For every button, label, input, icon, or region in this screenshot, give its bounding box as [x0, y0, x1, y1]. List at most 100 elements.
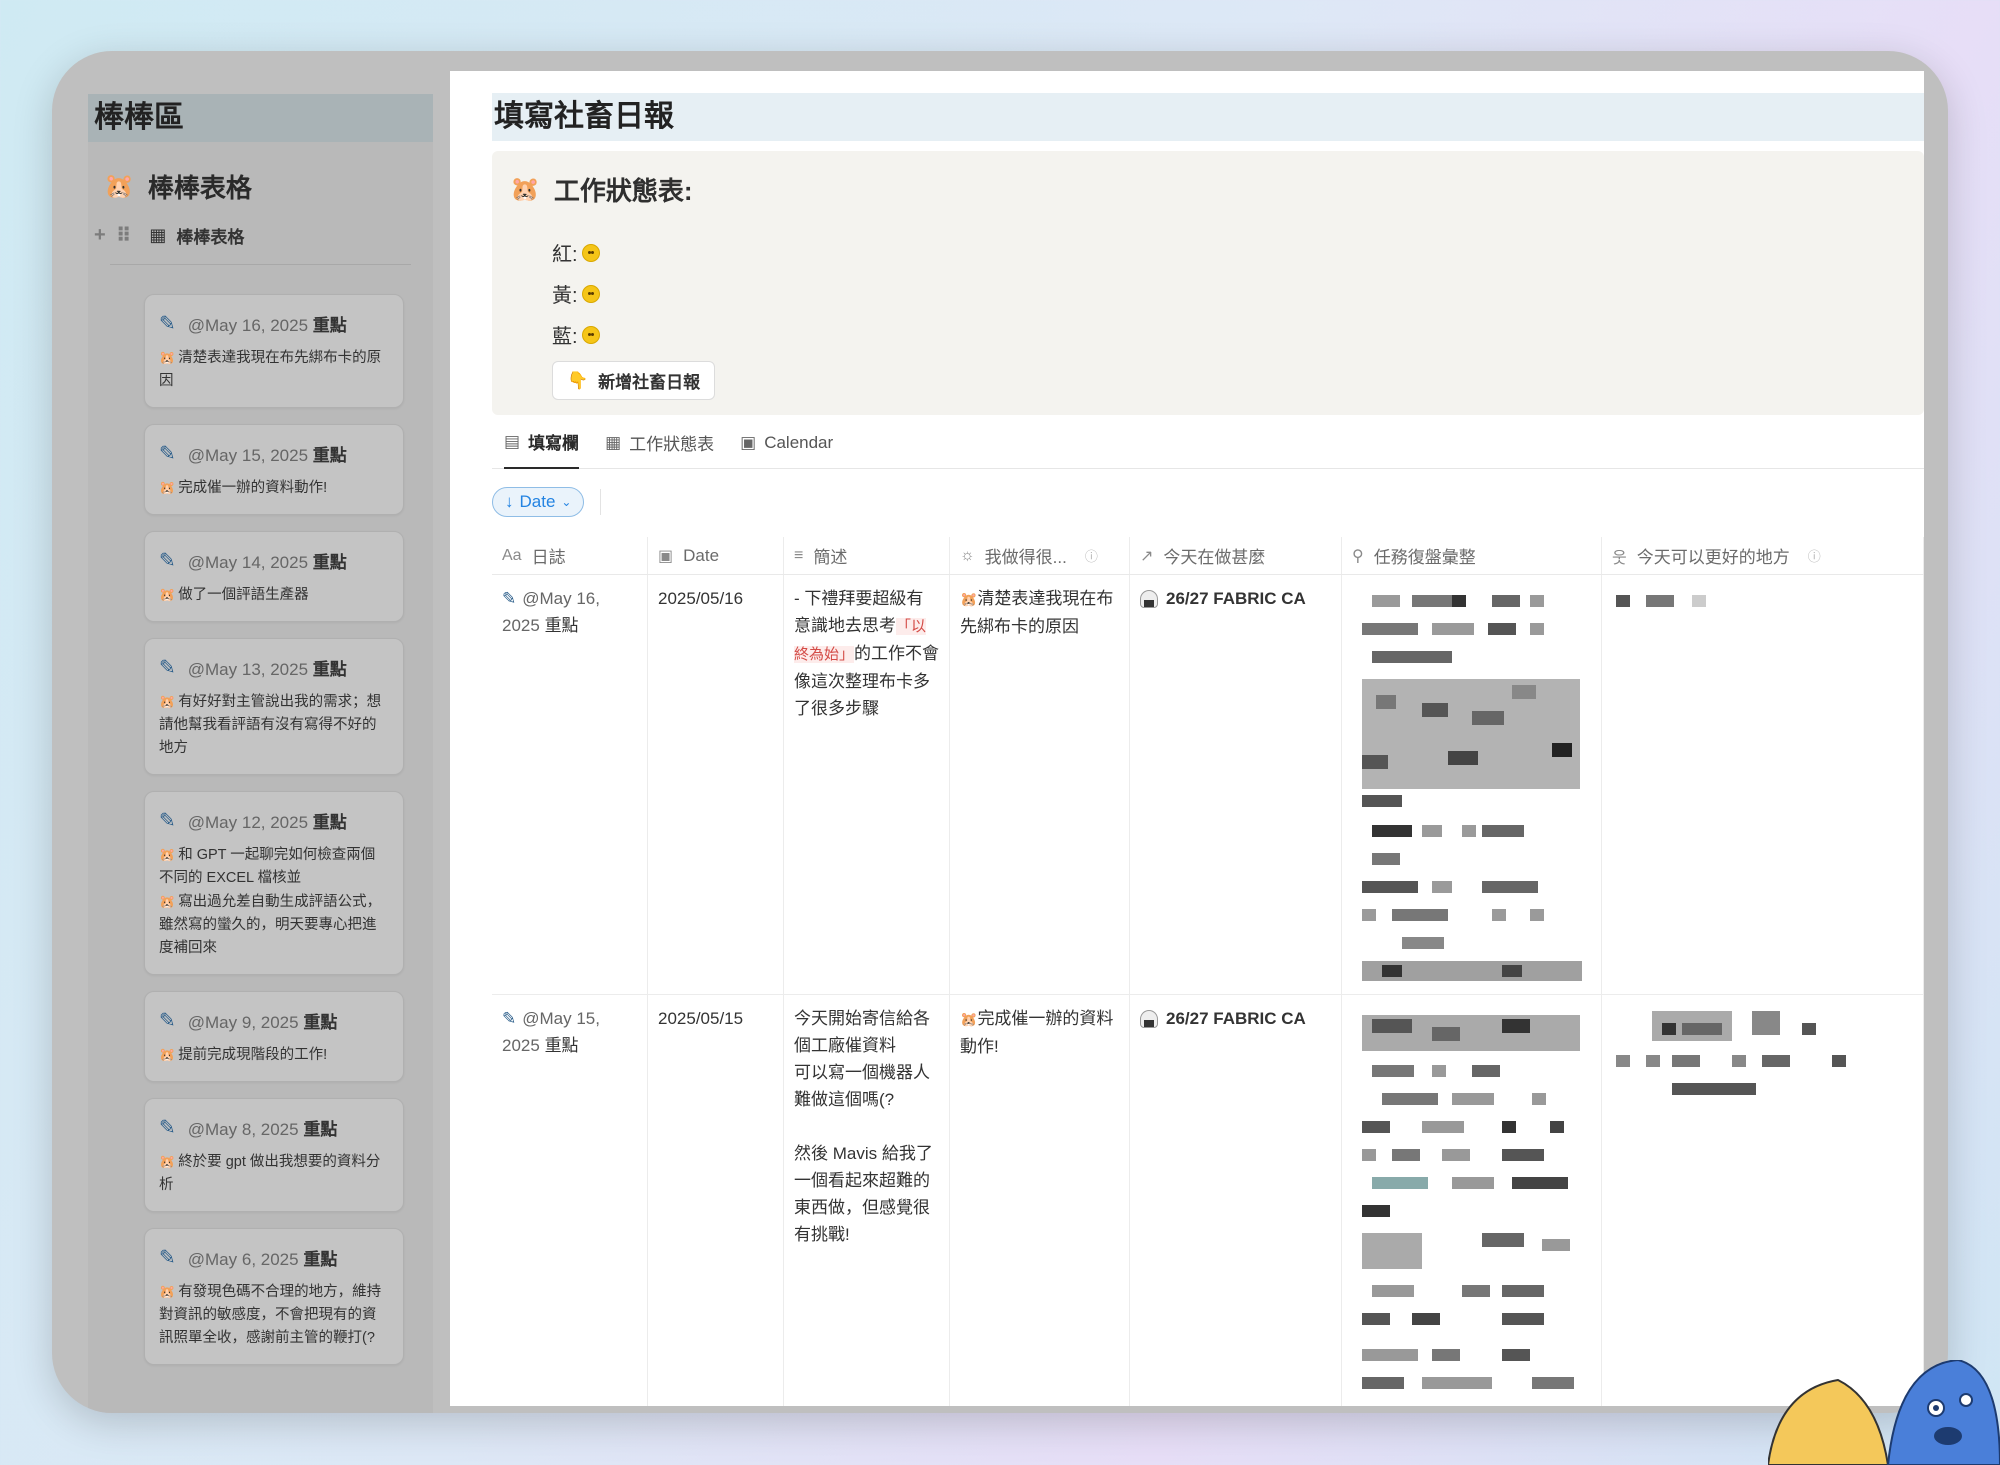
database-view-tabs: ▤ 填寫欄 ▦ 工作狀態表 ▣ Calendar [492, 417, 1924, 469]
table-row[interactable]: ✎ @May 16, 2025 重點 2025/05/16 - 下禮拜要超級有意識… [492, 575, 1924, 995]
gallery-card[interactable]: ✎ @May 12, 2025 重點 🐹 和 GPT 一起聊完如何檢查兩個不同的 … [144, 791, 404, 975]
column-header-summary[interactable]: ≡ 簡述 [784, 537, 950, 574]
calendar-icon: ▣ [658, 547, 674, 565]
filter-label: Date [519, 492, 556, 511]
cell-log[interactable]: ✎ @May 15, 2025 重點 [492, 995, 648, 1406]
hamster-icon: 🐹 [159, 847, 176, 862]
cell-summary[interactable]: 今天開始寄信給各個工廠催資料 可以寫一個機器人難做這個嗎(? 然後 Mavis … [784, 995, 950, 1406]
card-date: @May 8, 2025 [187, 1120, 299, 1139]
pencil-icon: ✎ [159, 443, 176, 465]
column-label: 任務復盤彙整 [1373, 548, 1476, 567]
project-link[interactable]: 26/27 FABRIC CA [1166, 585, 1306, 612]
add-button-label: 新增社畜日報 [598, 373, 701, 392]
card-date: @May 16, 2025 [187, 316, 309, 335]
cell-doing[interactable]: 26/27 FABRIC CA [1130, 575, 1342, 994]
log-date: @May 15, [522, 1009, 600, 1028]
column-header-log[interactable]: Aa 日誌 [492, 537, 648, 574]
cell-date[interactable]: 2025/05/16 [648, 575, 784, 994]
pointing-down-icon: 👇 [567, 370, 589, 390]
hamster-icon: 🐹 [159, 480, 176, 495]
card-date: @May 14, 2025 [187, 553, 309, 572]
left-view-tab[interactable]: + ⠿ ▦ 棒棒表格 [88, 205, 433, 248]
gallery-card[interactable]: ✎ @May 13, 2025 重點 🐹 有好好對主管說出我的需求；想請他幫我看評… [144, 638, 404, 775]
info-icon[interactable]: ⓘ [1085, 546, 1098, 565]
text-lines-icon: ≡ [794, 546, 804, 564]
status-blue: 藍: [552, 314, 1924, 355]
rice-ball-icon [1140, 589, 1158, 608]
hamster-icon: 🐹 [159, 694, 176, 709]
column-header-good[interactable]: ☼ 我做得很... ⓘ [950, 537, 1130, 574]
card-tag: 重點 [303, 1120, 338, 1139]
cell-review-redacted[interactable] [1342, 995, 1602, 1406]
cell-good[interactable]: 🐹完成催一辦的資料動作! [950, 995, 1130, 1406]
add-block-icon[interactable]: + [94, 224, 106, 247]
column-header-improve[interactable]: 웃 今天可以更好的地方 ⓘ [1602, 537, 1924, 574]
gallery-card[interactable]: ✎ @May 8, 2025 重點 🐹 終於要 gpt 做出我想要的資料分析 [144, 1098, 404, 1212]
pencil-icon: ✎ [159, 657, 176, 679]
cell-date[interactable]: 2025/05/15 [648, 995, 784, 1406]
left-page-pane: 棒棒區 🐹 棒棒表格 + ⠿ ▦ 棒棒表格 ✎ @May 16, 2025 重點… [88, 94, 433, 1413]
cell-summary[interactable]: - 下禮拜要超級有意識地去思考「以終為始」的工作不會像這次整理布卡多了很多步驟 [784, 575, 950, 994]
cell-review-redacted[interactable] [1342, 575, 1602, 994]
column-header-date[interactable]: ▣ Date [648, 537, 784, 574]
cell-doing[interactable]: 26/27 FABRIC CA [1130, 995, 1342, 1406]
gallery-card[interactable]: ✎ @May 6, 2025 重點 🐹 有發現色碼不合理的地方，維持對資訊的敏感度… [144, 1228, 404, 1365]
status-yellow: 黃: [552, 273, 1924, 314]
column-header-doing[interactable]: ↗ 今天在做甚麼 [1130, 537, 1342, 574]
card-text: 終於要 gpt 做出我想要的資料分析 [159, 1154, 381, 1193]
status-callout: 🐹 工作狀態表: 紅: 黃: 藍: 👇 新增社畜日報 [492, 151, 1924, 415]
card-tag: 重點 [312, 660, 347, 679]
card-text: 清楚表達我現在布先綁布卡的原因 [159, 350, 382, 389]
add-daily-report-button[interactable]: 👇 新增社畜日報 [552, 361, 716, 400]
callout-title: 工作狀態表: [553, 176, 693, 206]
page-title[interactable]: 填寫社畜日報 [492, 93, 1924, 141]
good-text: 完成催一辦的資料動作! [960, 1009, 1114, 1056]
pixelated-redaction [1616, 1011, 1846, 1095]
pencil-icon: ✎ [159, 1247, 176, 1269]
cell-good[interactable]: 🐹清楚表達我現在布先綁布卡的原因 [950, 575, 1130, 994]
cell-improve-redacted[interactable] [1602, 575, 1924, 994]
left-page-title[interactable]: 棒棒區 [88, 94, 433, 142]
tab-work-status[interactable]: ▦ 工作狀態表 [605, 417, 714, 469]
column-header-review[interactable]: ⚲ 任務復盤彙整 [1342, 537, 1602, 574]
tab-label: 工作狀態表 [629, 435, 715, 454]
info-icon[interactable]: ⓘ [1808, 546, 1821, 565]
date-sort-filter[interactable]: ↓ Date ⌄ [492, 487, 585, 517]
person-icon: 웃 [1612, 549, 1627, 567]
gallery-card[interactable]: ✎ @May 9, 2025 重點 🐹 提前完成現階段的工作! [144, 991, 404, 1082]
card-tag: 重點 [312, 446, 347, 465]
cell-log[interactable]: ✎ @May 16, 2025 重點 [492, 575, 648, 994]
pencil-icon: ✎ [502, 589, 517, 608]
tab-calendar[interactable]: ▣ Calendar [740, 417, 833, 469]
hamster-icon: 🐹 [159, 1154, 176, 1169]
log-date: @May 16, [522, 589, 600, 608]
pencil-icon: ✎ [159, 810, 176, 832]
arrow-down-icon: ↓ [505, 492, 514, 511]
card-date: @May 13, 2025 [187, 660, 309, 679]
neutral-face-icon [581, 243, 600, 262]
project-link[interactable]: 26/27 FABRIC CA [1166, 1005, 1306, 1032]
card-text: 做了一個評語生產器 [178, 587, 309, 603]
good-text: 清楚表達我現在布先綁布卡的原因 [960, 589, 1114, 636]
grin-face-icon [581, 325, 600, 344]
tab-fill-in[interactable]: ▤ 填寫欄 [504, 417, 580, 469]
gallery-card[interactable]: ✎ @May 16, 2025 重點 🐹 清楚表達我現在布先綁布卡的原因 [144, 294, 404, 408]
mascot-decoration [1766, 1358, 2000, 1465]
table-row[interactable]: ✎ @May 15, 2025 重點 2025/05/15 今天開始寄信給各個工廠… [492, 995, 1924, 1406]
card-text: 有好好對主管說出我的需求；想請他幫我看評語有沒有寫得不好的地方 [159, 694, 382, 756]
pencil-icon: ✎ [159, 1010, 176, 1032]
pixelated-redaction [1362, 595, 1582, 981]
drag-handle-icon[interactable]: ⠿ [116, 223, 132, 248]
column-label: 簡述 [813, 548, 848, 567]
column-label: Date [683, 545, 720, 565]
card-tag: 重點 [312, 316, 347, 335]
filter-row: ↓ Date ⌄ [492, 487, 602, 517]
gallery-card[interactable]: ✎ @May 15, 2025 重點 🐹 完成催一辦的資料動作! [144, 424, 404, 515]
tab-label: 填寫欄 [528, 434, 580, 453]
main-page-pane: 填寫社畜日報 🐹 工作狀態表: 紅: 黃: 藍: 👇 新增社畜日報 ▤ 填寫欄 [450, 71, 1924, 1406]
card-text: 提前完成現階段的工作! [178, 1047, 328, 1063]
card-text: 寫出過允差自動生成評語公式，雖然寫的蠻久的，明天要專心把進度補回來 [159, 894, 382, 956]
gallery-card[interactable]: ✎ @May 14, 2025 重點 🐹 做了一個評語生產器 [144, 531, 404, 622]
status-label: 藍: [552, 326, 578, 348]
cell-improve-redacted[interactable] [1602, 995, 1924, 1406]
